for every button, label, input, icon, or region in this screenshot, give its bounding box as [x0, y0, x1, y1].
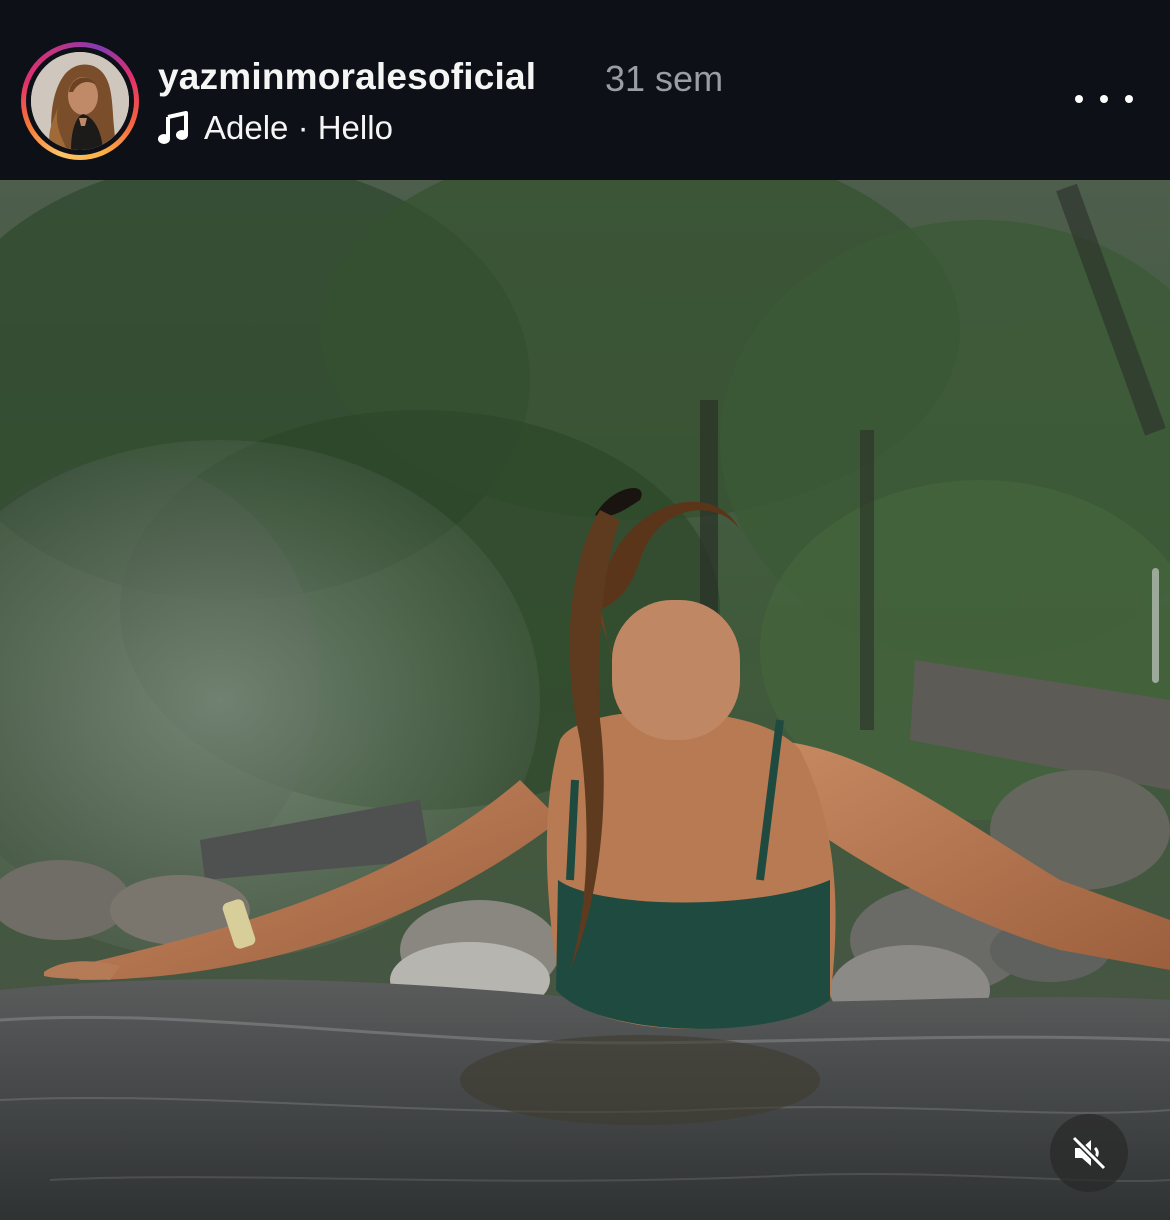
music-attribution[interactable]: Adele · Hello — [158, 108, 393, 148]
more-options-icon[interactable] — [1075, 84, 1133, 114]
waterfall-scene-image — [0, 180, 1170, 1220]
music-label: Adele · Hello — [204, 109, 393, 146]
story-ring[interactable] — [21, 42, 139, 160]
post-time: 31 sem — [605, 58, 724, 99]
post-header: yazminmoralesoficial 31 sem Adele · Hell… — [0, 0, 1170, 180]
mute-toggle-button[interactable] — [1050, 1114, 1128, 1192]
post-photo[interactable] — [0, 180, 1170, 1220]
story-viewer: yazminmoralesoficial 31 sem Adele · Hell… — [0, 0, 1170, 1220]
speaker-muted-icon — [1071, 1135, 1107, 1171]
avatar[interactable] — [31, 52, 129, 150]
music-note-icon — [158, 111, 188, 144]
avatar-image — [31, 52, 129, 150]
scroll-indicator[interactable] — [1152, 568, 1159, 683]
username[interactable]: yazminmoralesoficial — [158, 56, 536, 98]
